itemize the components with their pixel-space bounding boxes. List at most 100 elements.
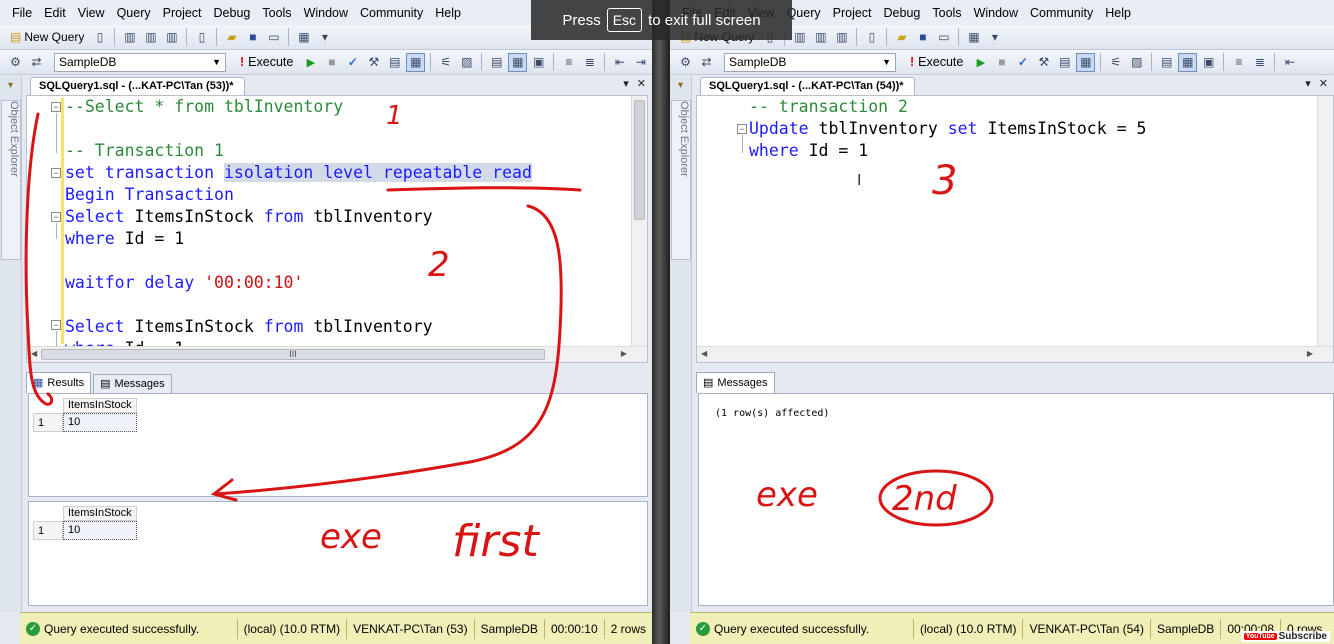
menu-window[interactable]: Window — [298, 6, 354, 20]
menu-query[interactable]: Query — [111, 6, 157, 20]
menu-debug[interactable]: Debug — [878, 6, 927, 20]
menu-community[interactable]: Community — [354, 6, 429, 20]
query-editor[interactable]: − − − − --Select * from tblInventory -- … — [26, 95, 648, 363]
open-folder-icon[interactable]: ▰ — [222, 28, 241, 47]
grid-cell[interactable]: 10 — [63, 413, 137, 432]
client-statistics-icon[interactable]: ▨ — [1127, 53, 1146, 72]
database-selector[interactable]: SampleDB ▼ — [724, 52, 896, 72]
results-to-text-icon[interactable]: ▤ — [1157, 53, 1176, 72]
new-file-icon[interactable]: ▯ — [90, 28, 109, 47]
editor-horizontal-scrollbar[interactable]: ◀ III ▶ — [27, 346, 647, 362]
menu-view[interactable]: View — [72, 6, 111, 20]
comment-icon[interactable]: ≡ — [559, 53, 578, 72]
tab-results[interactable]: ▦ Results — [26, 372, 92, 393]
scroll-left-icon[interactable]: ◀ — [701, 349, 707, 358]
tab-messages[interactable]: ▤ Messages — [696, 372, 775, 393]
connect-icon[interactable]: ⚙ — [676, 53, 695, 72]
menu-edit[interactable]: Edit — [38, 6, 72, 20]
column-header[interactable]: ItemsInStock — [63, 506, 137, 521]
debug-play-icon[interactable]: ▶ — [971, 53, 990, 72]
pin-icon[interactable]: ▾ — [2, 80, 19, 96]
save-icon[interactable]: ■ — [913, 28, 932, 47]
collapse-region-icon[interactable]: − — [51, 320, 61, 330]
results-to-file-icon[interactable]: ▣ — [529, 53, 548, 72]
results-to-text-icon[interactable]: ▤ — [487, 53, 506, 72]
client-statistics-icon[interactable]: ▨ — [457, 53, 476, 72]
uncomment-icon[interactable]: ≣ — [580, 53, 599, 72]
close-icon[interactable]: ✕ — [637, 77, 646, 90]
collapse-region-icon[interactable]: − — [51, 168, 61, 178]
query-document-tab[interactable]: SQLQuery1.sql - (...KAT-PC\Tan (53))* — [30, 77, 245, 95]
cancel-query-icon[interactable]: ■ — [322, 53, 341, 72]
menu-help[interactable]: Help — [1099, 6, 1137, 20]
analysis-query-icon[interactable]: ▥ — [141, 28, 160, 47]
menu-community[interactable]: Community — [1024, 6, 1099, 20]
menu-help[interactable]: Help — [429, 6, 467, 20]
include-plan-icon[interactable]: ⚟ — [1106, 53, 1125, 72]
collapse-region-icon[interactable]: − — [737, 124, 747, 134]
execute-button[interactable]: ! Execute — [904, 55, 969, 69]
parse-check-icon[interactable]: ✓ — [1013, 53, 1032, 72]
mdx-query-icon[interactable]: ▥ — [832, 28, 851, 47]
menu-debug[interactable]: Debug — [208, 6, 257, 20]
scroll-right-icon[interactable]: ▶ — [621, 349, 627, 358]
increase-indent-icon[interactable]: ⇥ — [631, 53, 650, 72]
query-editor[interactable]: − -- transaction 2 Update tblInventory s… — [696, 95, 1334, 363]
query-designer-icon[interactable]: ▤ — [385, 53, 404, 72]
mdx-query-icon[interactable]: ▥ — [162, 28, 181, 47]
scrollbar-thumb[interactable] — [634, 100, 645, 220]
editor-vertical-scrollbar[interactable] — [631, 96, 647, 346]
menu-project[interactable]: Project — [157, 6, 208, 20]
xml-query-icon[interactable]: ▯ — [192, 28, 211, 47]
cancel-query-icon[interactable]: ■ — [992, 53, 1011, 72]
decrease-indent-icon[interactable]: ⇤ — [610, 53, 629, 72]
display-plan-icon[interactable]: ⚒ — [1034, 53, 1053, 72]
grid-cell[interactable]: 10 — [63, 521, 137, 540]
xml-query-icon[interactable]: ▯ — [862, 28, 881, 47]
comment-icon[interactable]: ≡ — [1229, 53, 1248, 72]
collapse-region-icon[interactable]: − — [51, 212, 61, 222]
editor-horizontal-scrollbar[interactable]: ◀ ▶ — [697, 346, 1333, 362]
analysis-query-icon[interactable]: ▥ — [811, 28, 830, 47]
change-connection-icon[interactable]: ⇄ — [27, 53, 46, 72]
query-designer-icon[interactable]: ▤ — [1055, 53, 1074, 72]
tab-messages[interactable]: ▤ Messages — [93, 374, 172, 393]
parse-check-icon[interactable]: ✓ — [343, 53, 362, 72]
decrease-indent-icon[interactable]: ⇤ — [1280, 53, 1299, 72]
close-icon[interactable]: ✕ — [1319, 77, 1328, 90]
new-query-button[interactable]: ▤ New Query — [6, 30, 88, 44]
menu-project[interactable]: Project — [827, 6, 878, 20]
toolbar-options-icon[interactable]: ▾ — [985, 28, 1004, 47]
menu-tools[interactable]: Tools — [926, 6, 967, 20]
print-icon[interactable]: ▭ — [264, 28, 283, 47]
database-engine-query-icon[interactable]: ▥ — [120, 28, 139, 47]
include-plan-icon[interactable]: ⚟ — [436, 53, 455, 72]
scroll-left-icon[interactable]: ◀ — [31, 349, 37, 358]
menu-tools[interactable]: Tools — [256, 6, 297, 20]
messages-panel[interactable]: (1 row(s) affected) — [698, 393, 1334, 606]
scroll-right-icon[interactable]: ▶ — [1307, 349, 1313, 358]
pin-icon[interactable]: ▾ — [672, 80, 689, 96]
results-to-grid-icon[interactable]: ▦ — [1076, 52, 1096, 72]
results-grid[interactable]: ItemsInStock 1 10 — [28, 501, 648, 606]
tab-dropdown-icon[interactable]: ▾ — [1305, 77, 1311, 90]
results-grid[interactable]: ItemsInStock 1 10 — [28, 393, 648, 497]
scrollbar-thumb[interactable]: III — [41, 349, 545, 360]
results-to-file-icon[interactable]: ▣ — [1199, 53, 1218, 72]
print-icon[interactable]: ▭ — [934, 28, 953, 47]
save-icon[interactable]: ■ — [243, 28, 262, 47]
database-engine-query-icon[interactable]: ▥ — [790, 28, 809, 47]
menu-window[interactable]: Window — [968, 6, 1024, 20]
activity-monitor-icon[interactable]: ▦ — [964, 28, 983, 47]
menu-file[interactable]: File — [6, 6, 38, 20]
object-explorer-tab[interactable]: Object Explorer — [1, 100, 21, 260]
change-connection-icon[interactable]: ⇄ — [697, 53, 716, 72]
editor-vertical-scrollbar[interactable] — [1317, 96, 1333, 346]
connect-icon[interactable]: ⚙ — [6, 53, 25, 72]
open-folder-icon[interactable]: ▰ — [892, 28, 911, 47]
query-document-tab[interactable]: SQLQuery1.sql - (...KAT-PC\Tan (54))* — [700, 77, 915, 95]
results-grid-active-icon[interactable]: ▦ — [508, 52, 528, 72]
debug-play-icon[interactable]: ▶ — [301, 53, 320, 72]
tab-dropdown-icon[interactable]: ▾ — [623, 77, 629, 90]
row-number[interactable]: 1 — [33, 413, 63, 432]
